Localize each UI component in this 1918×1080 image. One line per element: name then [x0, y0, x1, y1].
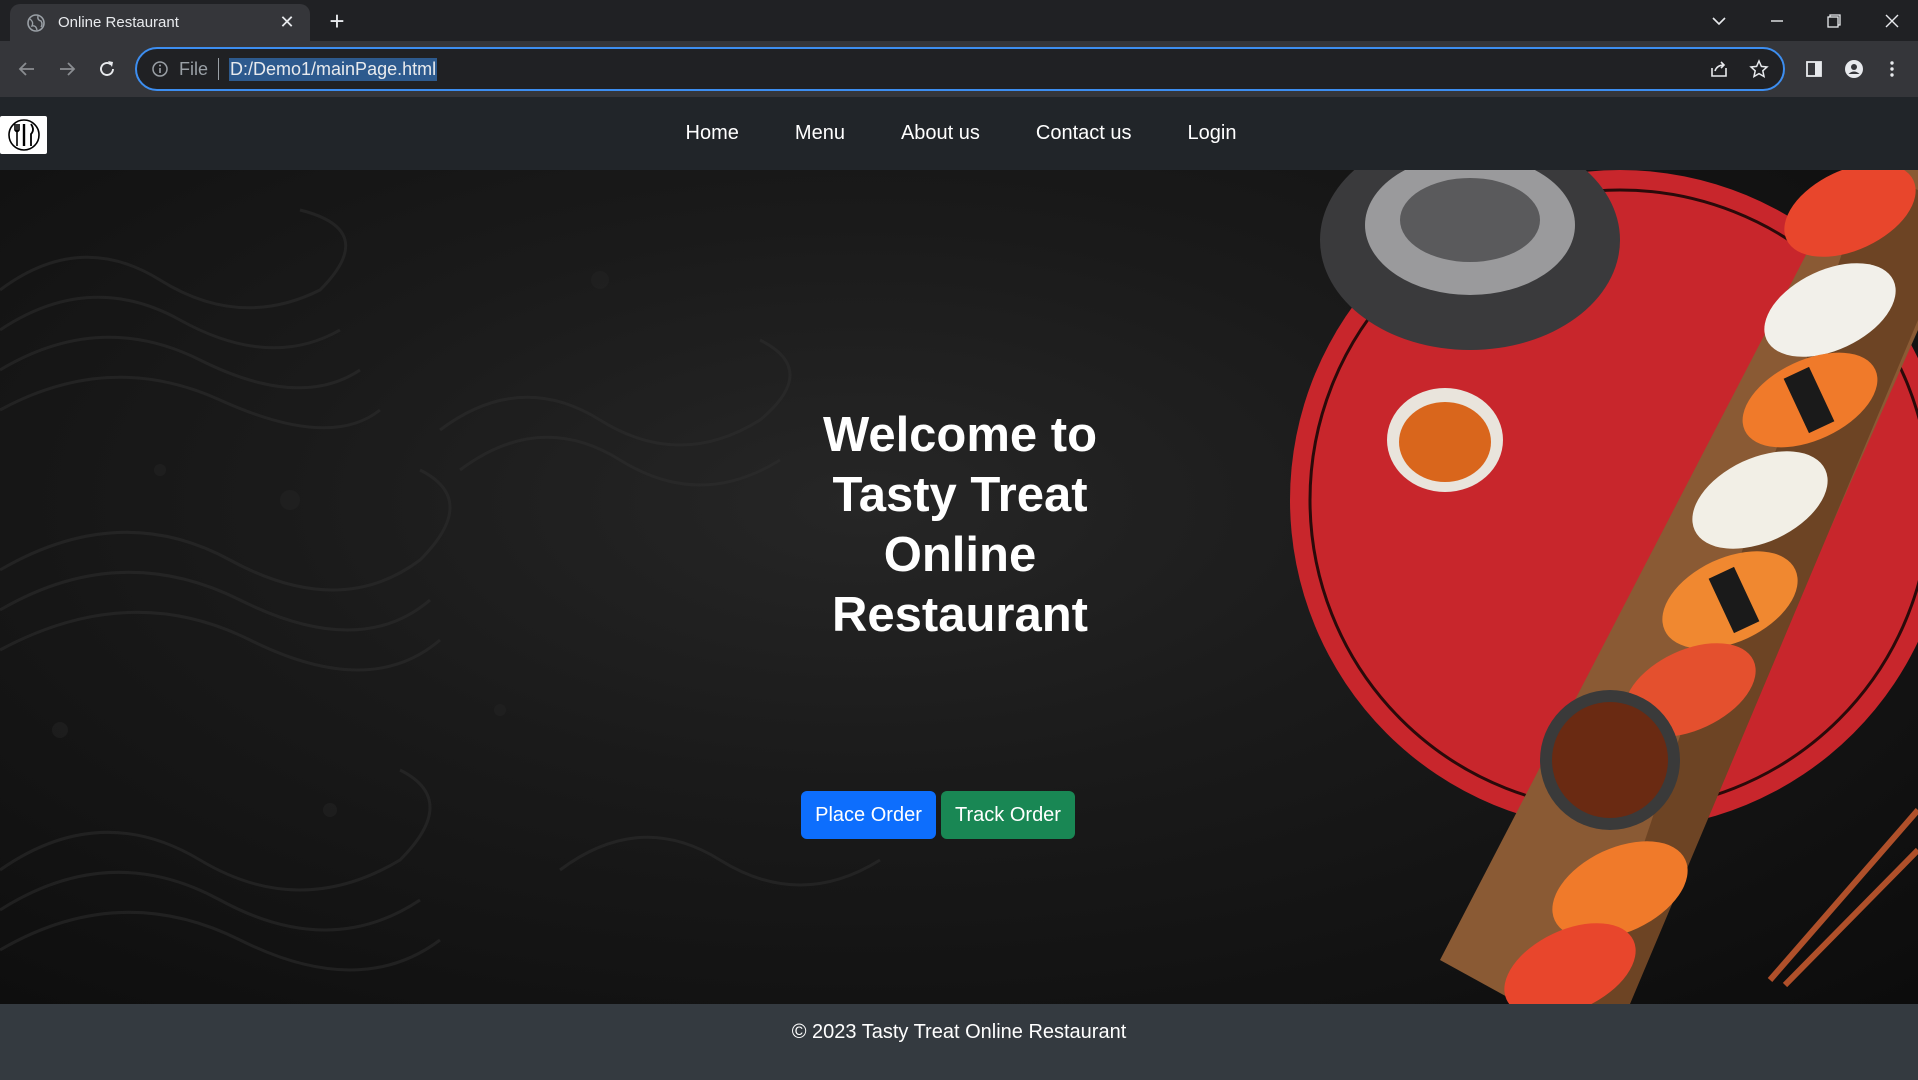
- sushi-platter-image: [1290, 170, 1918, 1004]
- side-panel-icon[interactable]: [1799, 54, 1829, 84]
- close-window-button[interactable]: [1870, 6, 1914, 36]
- hero-title-line: Welcome to: [822, 408, 1098, 462]
- tab-search-icon[interactable]: [1697, 6, 1741, 36]
- footer-copyright: © 2023 Tasty Treat Online Restaurant: [791, 1020, 1127, 1043]
- address-bar[interactable]: File D:/Demo1/mainPage.html: [135, 47, 1785, 91]
- site-navbar: Home Menu About us Contact us Login: [0, 97, 1918, 170]
- hero-title-line: Tasty Treat: [832, 468, 1088, 522]
- url-separator: [218, 58, 220, 80]
- nav-links: Home Menu About us Contact us Login: [0, 97, 1918, 170]
- profile-icon[interactable]: [1839, 54, 1869, 84]
- nav-link-login[interactable]: Login: [1160, 122, 1265, 145]
- share-icon[interactable]: [1709, 59, 1729, 79]
- close-tab-icon[interactable]: ✕: [276, 12, 298, 34]
- nav-link-menu[interactable]: Menu: [767, 122, 873, 145]
- nav-link-about-us[interactable]: About us: [873, 122, 1008, 145]
- site-footer: © 2023 Tasty Treat Online Restaurant: [0, 1004, 1918, 1080]
- place-order-button[interactable]: Place Order: [801, 791, 936, 839]
- url-text[interactable]: D:/Demo1/mainPage.html: [229, 57, 438, 81]
- minimize-button[interactable]: [1755, 6, 1799, 36]
- browser-tab[interactable]: Online Restaurant ✕: [10, 4, 310, 41]
- hero-title: Welcome to Tasty Treat Online Restaurant: [760, 405, 1160, 645]
- nav-link-home[interactable]: Home: [658, 122, 767, 145]
- nav-link-contact-us[interactable]: Contact us: [1008, 122, 1160, 145]
- forward-arrow-icon[interactable]: [52, 54, 82, 84]
- back-arrow-icon[interactable]: [12, 54, 42, 84]
- track-order-button[interactable]: Track Order: [941, 791, 1075, 839]
- globe-icon: [27, 13, 45, 32]
- hero-section: Welcome to Tasty Treat Online Restaurant…: [0, 170, 1918, 1004]
- browser-tab-strip: Online Restaurant ✕ +: [0, 0, 1918, 41]
- browser-toolbar: File D:/Demo1/mainPage.html: [0, 41, 1918, 97]
- info-icon[interactable]: [151, 60, 169, 78]
- reload-icon[interactable]: [92, 54, 122, 84]
- kebab-menu-icon[interactable]: [1877, 54, 1907, 84]
- restore-button[interactable]: [1812, 6, 1856, 36]
- page-viewport: Home Menu About us Contact us Login Welc…: [0, 97, 1918, 1080]
- tab-title: Online Restaurant: [58, 14, 179, 31]
- bookmark-star-icon[interactable]: [1749, 59, 1769, 79]
- hero-title-line: Online: [883, 528, 1037, 582]
- new-tab-button[interactable]: +: [323, 8, 351, 36]
- url-scheme: File: [179, 58, 209, 79]
- hero-title-line: Restaurant: [832, 588, 1088, 642]
